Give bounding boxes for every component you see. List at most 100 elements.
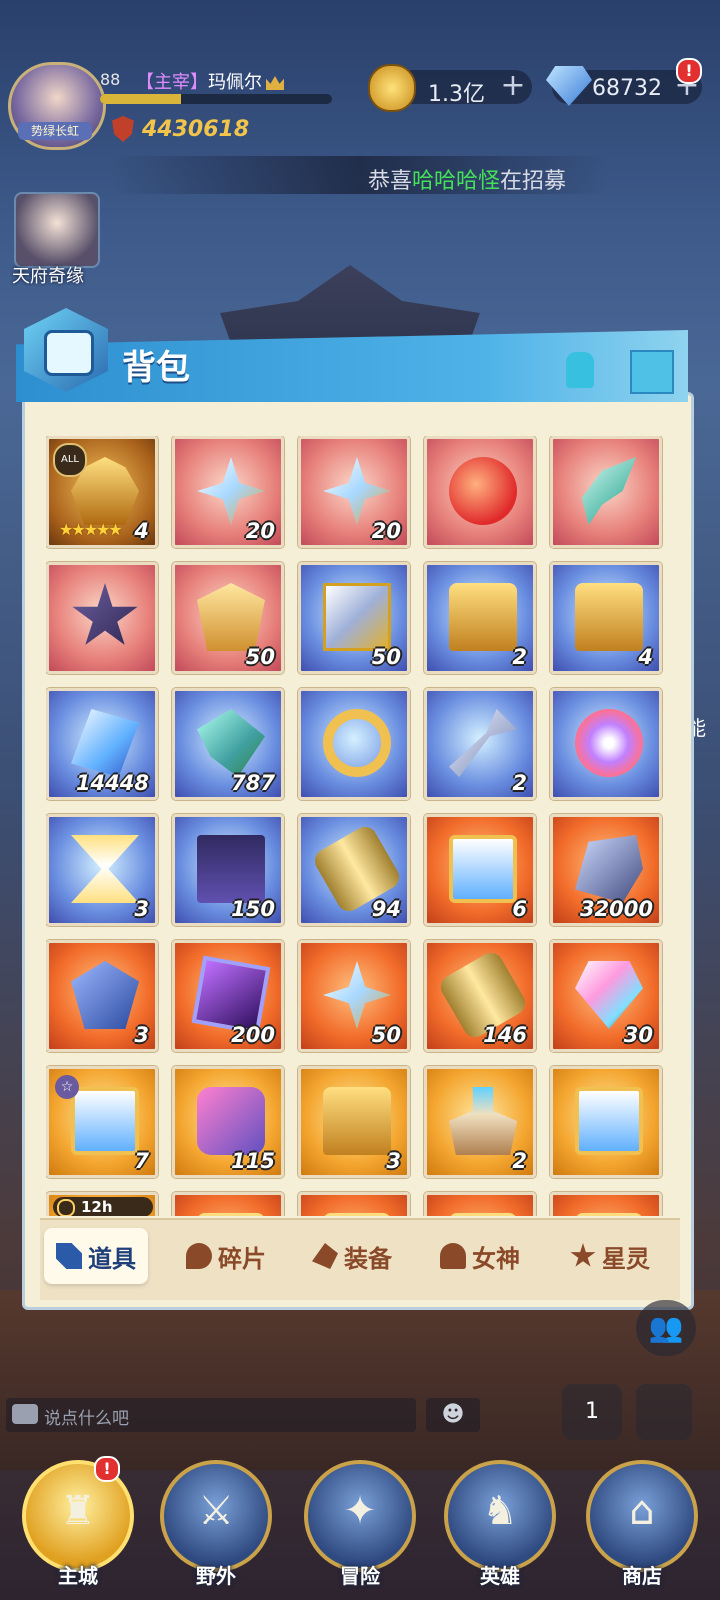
- add-gold-plus-icon[interactable]: +: [500, 71, 526, 101]
- gem-amount: 68732: [592, 76, 662, 101]
- inventory-slot[interactable]: 3: [298, 1066, 410, 1178]
- inventory-slot[interactable]: 146: [424, 940, 536, 1052]
- inventory-slot[interactable]: 20: [172, 436, 284, 548]
- side-event-label[interactable]: 天府奇缘: [12, 262, 84, 288]
- chest-item-icon: [575, 1213, 643, 1216]
- gem-alert-badge: !: [676, 58, 702, 84]
- gem-item-icon: [575, 961, 643, 1029]
- inventory-slot[interactable]: 50: [298, 562, 410, 674]
- tab-label: 装备: [344, 1244, 392, 1273]
- props-icon: [56, 1243, 82, 1269]
- xp-bar: [100, 94, 332, 104]
- inventory-slot[interactable]: 2: [424, 688, 536, 800]
- rune-item-icon: [71, 961, 139, 1029]
- inventory-slot[interactable]: 20: [298, 436, 410, 548]
- inventory-slot[interactable]: 14448: [46, 688, 158, 800]
- backpack-quick-icon[interactable]: [636, 1384, 692, 1440]
- inventory-slot[interactable]: [550, 436, 662, 548]
- inventory-slot[interactable]: 32000: [550, 814, 662, 926]
- item-quantity: 20: [371, 519, 401, 543]
- gold-coin-icon: [368, 64, 416, 112]
- cube-item-icon: [323, 583, 391, 651]
- nav-label-hero: 英雄: [480, 1564, 520, 1588]
- tab-label: 星灵: [602, 1244, 650, 1273]
- tab-props[interactable]: 道具: [44, 1228, 148, 1284]
- item-quantity: 50: [371, 645, 401, 669]
- tab-equipment[interactable]: 装备: [312, 1228, 392, 1284]
- tab-goddess[interactable]: 女神: [440, 1228, 520, 1284]
- inventory-slot[interactable]: 50: [298, 940, 410, 1052]
- inventory-slot[interactable]: 787: [172, 688, 284, 800]
- combat-power-value: 4430618: [142, 116, 250, 142]
- inventory-slot[interactable]: [550, 688, 662, 800]
- player-level: 88: [100, 70, 121, 89]
- inventory-slot[interactable]: 12h: [46, 1192, 158, 1216]
- inventory-slot[interactable]: [46, 562, 158, 674]
- chat-placeholder: 说点什么吧: [44, 1409, 129, 1429]
- inventory-slot[interactable]: [424, 436, 536, 548]
- item-quantity: 787: [231, 771, 275, 795]
- inventory-slot[interactable]: 150: [172, 814, 284, 926]
- adventure-icon: ✦: [343, 1488, 377, 1534]
- announcement-player: 哈哈哈怪: [412, 169, 501, 194]
- inventory-slot[interactable]: [550, 1066, 662, 1178]
- inventory-slot[interactable]: [298, 688, 410, 800]
- inventory-slot[interactable]: 6: [424, 814, 536, 926]
- altar-item-icon: [449, 1087, 517, 1155]
- shield-icon: [112, 116, 134, 142]
- inventory-slot[interactable]: 94: [298, 814, 410, 926]
- chest-item-icon: [449, 583, 517, 651]
- inventory-slot[interactable]: [298, 1192, 410, 1216]
- card-item-icon: [71, 1087, 139, 1155]
- tab-label: 女神: [472, 1244, 520, 1273]
- nav-label-shop: 商店: [622, 1564, 662, 1588]
- inventory-slot[interactable]: ALL ★★★★★ 4: [46, 436, 158, 548]
- tab-label: 道具: [88, 1244, 136, 1273]
- inventory-slot[interactable]: 200: [172, 940, 284, 1052]
- inventory-slot[interactable]: 115: [172, 1066, 284, 1178]
- inventory-slot[interactable]: 3: [46, 814, 158, 926]
- castle-icon: ♜: [60, 1488, 96, 1534]
- inventory-slot[interactable]: 50: [172, 562, 284, 674]
- star-rating: ★★★★★: [59, 520, 123, 539]
- item-quantity: 6: [512, 897, 527, 921]
- item-quantity: 50: [245, 645, 275, 669]
- inventory-slot[interactable]: ☆ 7: [46, 1066, 158, 1178]
- star-spirit-icon: [570, 1243, 596, 1267]
- inventory-slot[interactable]: [550, 1192, 662, 1216]
- inventory-slot[interactable]: 2: [424, 562, 536, 674]
- inventory-slot[interactable]: 4: [550, 562, 662, 674]
- swirl-item-icon: [575, 709, 643, 777]
- inventory-slot[interactable]: [424, 1192, 536, 1216]
- inventory-slot[interactable]: 2: [424, 1066, 536, 1178]
- side-event-portrait[interactable]: [14, 192, 100, 268]
- item-quantity: 94: [371, 897, 401, 921]
- emoji-button[interactable]: ☻: [426, 1398, 480, 1432]
- all-badge: ALL: [53, 443, 87, 477]
- clock-icon: [57, 1199, 75, 1216]
- item-quantity: 115: [231, 1149, 275, 1173]
- friends-icon[interactable]: 👥: [636, 1300, 696, 1356]
- tab-star-spirit[interactable]: 星灵: [570, 1228, 650, 1284]
- timer-text: 12h: [81, 1198, 113, 1216]
- inventory-slot[interactable]: [172, 1192, 284, 1216]
- goddess-icon: [440, 1243, 466, 1269]
- inventory-slot[interactable]: 3: [46, 940, 158, 1052]
- item-grid: ALL ★★★★★ 4 20 20 50 50 2 4 14448 787 2 3 150 94 6 32000…: [46, 436, 666, 1216]
- star-item-icon: [323, 457, 391, 525]
- item-quantity: 3: [134, 1023, 149, 1047]
- chest-item-icon: [449, 1213, 517, 1216]
- ranking-podium-icon[interactable]: 1: [562, 1384, 622, 1440]
- tab-fragments[interactable]: 碎片: [186, 1228, 266, 1284]
- inventory-slot[interactable]: 30: [550, 940, 662, 1052]
- fragment-icon: [186, 1243, 212, 1269]
- xp-bar-fill: [100, 94, 182, 104]
- equipment-icon: [312, 1243, 338, 1269]
- chest-item-icon: [575, 583, 643, 651]
- item-quantity: 146: [483, 1023, 527, 1047]
- wild-icon: ⚔: [198, 1488, 234, 1534]
- player-title: 【主宰】: [136, 72, 208, 93]
- star-item-icon: [197, 457, 265, 525]
- gold-amount: 1.3亿: [428, 82, 485, 107]
- player-name: 玛佩尔: [208, 72, 262, 93]
